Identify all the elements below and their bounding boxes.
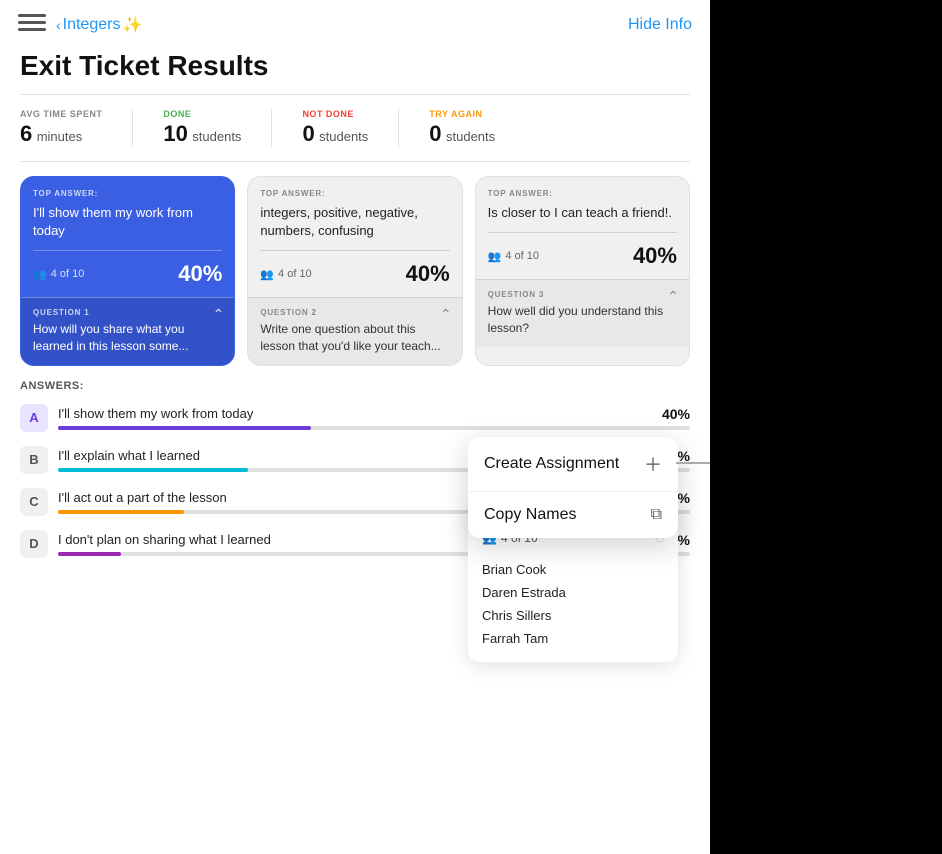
stat-done-value: 10 students	[163, 121, 241, 147]
answer-letter-c: C	[20, 488, 48, 516]
stat-avg-label: AVG TIME SPENT	[20, 109, 102, 119]
answers-label: ANSWERS:	[20, 380, 690, 392]
card2-answer-text: integers, positive, negative, numbers, c…	[248, 204, 461, 250]
card2-question-label: QUESTION 2	[260, 308, 449, 317]
card1-chevron-icon: ⌃	[213, 306, 225, 323]
answer-letter-b: B	[20, 446, 48, 474]
card1-question-label: QUESTION 1	[33, 308, 222, 317]
card2-chevron-icon: ⌃	[440, 306, 452, 323]
answer-text-a: I'll show them my work from today	[58, 406, 253, 421]
breadcrumb-link[interactable]: ‹ Integers ✨	[56, 15, 142, 35]
card3-chevron-icon: ⌃	[667, 288, 679, 305]
answer-content-a: I'll show them my work from today 40%	[58, 406, 690, 430]
stat-try-again: TRY AGAIN 0 students	[429, 109, 525, 147]
plus-icon: ＋	[644, 451, 662, 477]
card1-stats: 👥 4 of 10 40%	[21, 251, 234, 297]
main-panel: ‹ Integers ✨ Hide Info Exit Ticket Resul…	[0, 0, 710, 854]
copy-names-item[interactable]: Copy Names ⧉	[468, 492, 678, 538]
student-name-1: Daren Estrada	[482, 581, 664, 604]
create-assignment-item[interactable]: Create Assignment ＋	[468, 437, 678, 492]
student-name-2: Chris Sillers	[482, 604, 664, 627]
card2-top-answer-label: TOP ANSWER:	[248, 177, 461, 204]
right-panel	[710, 0, 942, 854]
stat-done: DONE 10 students	[163, 109, 272, 147]
answer-bar-bg-a	[58, 426, 690, 430]
card1-count: 👥 4 of 10	[33, 268, 84, 281]
create-assignment-label: Create Assignment	[484, 455, 619, 473]
answer-letter-d: D	[20, 530, 48, 558]
answer-text-b: I'll explain what I learned	[58, 448, 200, 463]
card3-question-text: How well did you understand this lesson?	[488, 303, 677, 337]
card1-people-icon: 👥	[33, 268, 47, 281]
card3-percent: 40%	[633, 243, 677, 269]
stats-row: AVG TIME SPENT 6 minutes DONE 10 student…	[0, 95, 710, 161]
question-card-3[interactable]: TOP ANSWER: Is closer to I can teach a f…	[475, 176, 690, 366]
copy-names-label: Copy Names	[484, 506, 576, 524]
student-name-3: Farrah Tam	[482, 627, 664, 650]
card2-stats: 👥 4 of 10 40%	[248, 251, 461, 297]
answer-bar-b	[58, 468, 248, 472]
stat-try-again-value: 0 students	[429, 121, 495, 147]
top-bar-left: ‹ Integers ✨	[18, 14, 142, 36]
student-name-0: Brian Cook	[482, 558, 664, 581]
card2-question-section[interactable]: QUESTION 2 Write one question about this…	[248, 297, 461, 365]
card1-top-answer-label: TOP ANSWER:	[21, 177, 234, 204]
hide-info-button[interactable]: Hide Info	[628, 16, 692, 34]
connector-line	[676, 462, 710, 464]
stats-divider	[20, 161, 690, 162]
answer-letter-a: A	[20, 404, 48, 432]
card2-question-text: Write one question about this lesson tha…	[260, 321, 449, 355]
card1-percent: 40%	[178, 261, 222, 287]
card3-people-icon: 👥	[488, 250, 502, 263]
answer-text-row-a: I'll show them my work from today 40%	[58, 406, 690, 422]
card1-question-text: How will you share what you learned in t…	[33, 321, 222, 355]
card3-count: 👥 4 of 10	[488, 250, 539, 263]
stat-done-label: DONE	[163, 109, 241, 119]
copy-icon: ⧉	[651, 506, 662, 524]
answer-pct-a: 40%	[662, 406, 690, 422]
answer-text-d: I don't plan on sharing what I learned	[58, 532, 271, 547]
card3-answer-text: Is closer to I can teach a friend!.	[476, 204, 689, 232]
cards-row: TOP ANSWER: I'll show them my work from …	[0, 176, 710, 380]
answer-bar-a	[58, 426, 311, 430]
top-bar: ‹ Integers ✨ Hide Info	[0, 0, 710, 46]
answer-bar-c	[58, 510, 184, 514]
sidebar-toggle-icon[interactable]	[18, 14, 46, 36]
sparkle-icon: ✨	[122, 15, 142, 35]
card3-question-section[interactable]: QUESTION 3 How well did you understand t…	[476, 279, 689, 347]
question-card-1[interactable]: TOP ANSWER: I'll show them my work from …	[20, 176, 235, 366]
answer-bar-d	[58, 552, 121, 556]
question-card-2[interactable]: TOP ANSWER: integers, positive, negative…	[247, 176, 462, 366]
card2-people-icon: 👥	[260, 268, 274, 281]
students-list: Brian Cook Daren Estrada Chris Sillers F…	[468, 554, 678, 662]
stat-avg-value: 6 minutes	[20, 121, 102, 147]
card2-count: 👥 4 of 10	[260, 268, 311, 281]
card1-answer-text: I'll show them my work from today	[21, 204, 234, 250]
card3-stats: 👥 4 of 10 40%	[476, 233, 689, 279]
stat-avg-time: AVG TIME SPENT 6 minutes	[20, 109, 133, 147]
answer-text-c: I'll act out a part of the lesson	[58, 490, 227, 505]
stat-not-done-label: NOT DONE	[302, 109, 368, 119]
chevron-left-icon: ‹	[56, 17, 61, 33]
stat-not-done-value: 0 students	[302, 121, 368, 147]
card3-top-answer-label: TOP ANSWER:	[476, 177, 689, 204]
card2-percent: 40%	[406, 261, 450, 287]
stat-not-done: NOT DONE 0 students	[302, 109, 399, 147]
breadcrumb-text: Integers	[63, 16, 121, 34]
answer-item-a: A I'll show them my work from today 40%	[20, 404, 690, 432]
card3-question-label: QUESTION 3	[488, 290, 677, 299]
card1-question-section[interactable]: QUESTION 1 How will you share what you l…	[21, 297, 234, 365]
stat-try-again-label: TRY AGAIN	[429, 109, 495, 119]
dropdown-popup: Create Assignment ＋ Copy Names ⧉	[468, 437, 678, 538]
page-title: Exit Ticket Results	[0, 46, 710, 94]
